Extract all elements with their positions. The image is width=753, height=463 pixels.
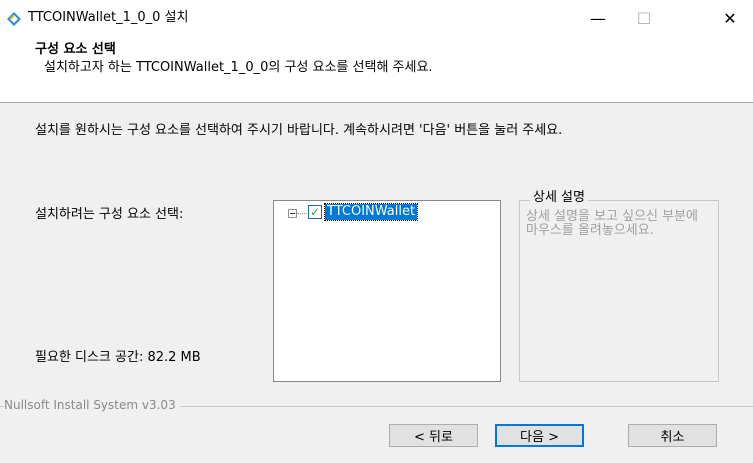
branding-text: Nullsoft Install System v3.03 — [4, 398, 180, 412]
installer-app-icon — [7, 12, 21, 26]
close-button[interactable]: ✕ — [707, 0, 753, 36]
select-components-label: 설치하려는 구성 요소 선택: — [35, 207, 184, 222]
back-button[interactable]: < 뒤로 — [389, 424, 478, 447]
next-button[interactable]: 다음 > — [495, 424, 584, 447]
cancel-button[interactable]: 취소 — [628, 424, 717, 447]
tree-connector — [297, 213, 307, 214]
disk-space-label: 필요한 디스크 공간: 82.2 MB — [35, 350, 201, 365]
description-title: 상세 설명 — [530, 190, 588, 206]
maximize-button[interactable]: ☐ — [621, 0, 667, 36]
page-subtitle: 설치하고자 하는 TTCOINWallet_1_0_0의 구성 요소를 선택해 … — [44, 60, 433, 75]
component-tree[interactable]: ✓ TTCOINWallet — [273, 200, 501, 382]
description-text: 상세 설명을 보고 싶으신 부분에 마우스를 올려놓으세요. — [526, 209, 699, 238]
collapse-icon[interactable] — [288, 209, 297, 218]
minimize-button[interactable]: — — [575, 0, 621, 36]
title-bar[interactable]: TTCOINWallet_1_0_0 설치 — ☐ ✕ — [0, 0, 753, 36]
instructions-text: 설치를 원하시는 구성 요소를 선택하여 주시기 바랍니다. 계속하시려면 '다… — [35, 123, 563, 138]
page-header: 구성 요소 선택 설치하고자 하는 TTCOINWallet_1_0_0의 구성… — [0, 36, 753, 103]
component-checkbox[interactable]: ✓ — [308, 205, 322, 219]
tree-item-ttcoinwallet[interactable]: TTCOINWallet — [323, 203, 419, 221]
window-title: TTCOINWallet_1_0_0 설치 — [28, 10, 189, 25]
page-title: 구성 요소 선택 — [35, 42, 116, 57]
